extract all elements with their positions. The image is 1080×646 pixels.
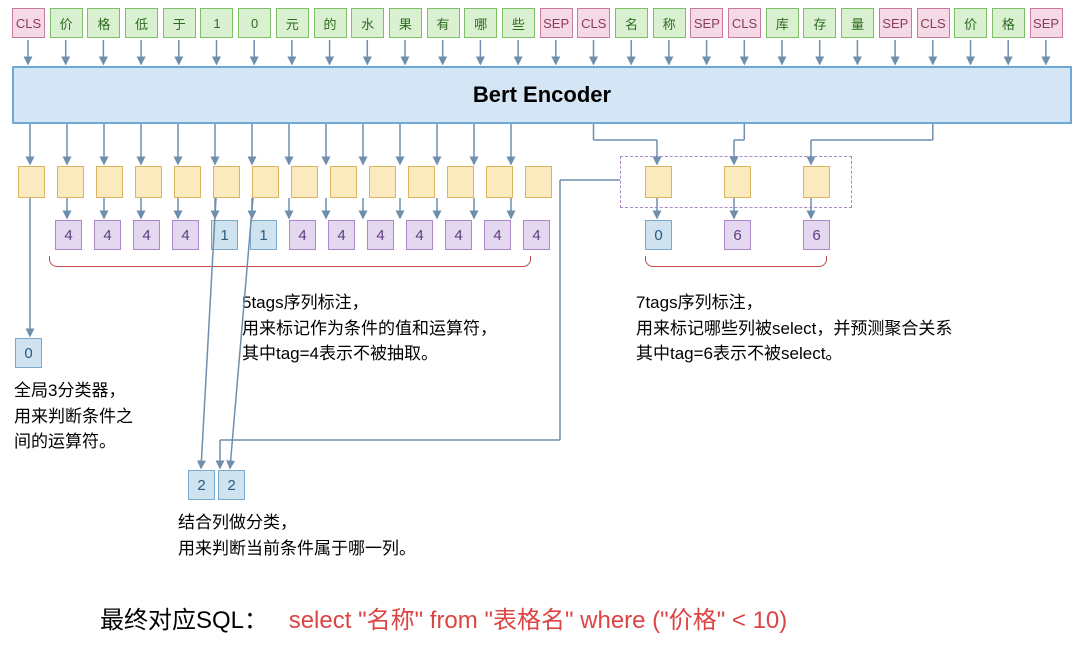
embedding (174, 166, 201, 198)
token-SEP: SEP (879, 8, 912, 38)
token-名: 名 (615, 8, 648, 38)
embedding (252, 166, 279, 198)
brace-5tags (49, 256, 531, 267)
col-tag: 2 (218, 470, 245, 500)
embedding (135, 166, 162, 198)
embedding (330, 166, 357, 198)
tag5: 1 (250, 220, 277, 250)
embedding (96, 166, 123, 198)
token-0: 0 (238, 8, 271, 38)
tag7: 0 (645, 220, 672, 250)
tag5: 4 (328, 220, 355, 250)
embedding (447, 166, 474, 198)
embedding (369, 166, 396, 198)
token-库: 库 (766, 8, 799, 38)
embedding (408, 166, 435, 198)
tags5-row: 4444114444444 (49, 220, 556, 250)
col-tag: 2 (188, 470, 215, 500)
tags7-row: 0 6 6 (645, 220, 830, 250)
token-CLS: CLS (577, 8, 610, 38)
tag5: 4 (55, 220, 82, 250)
tag5: 4 (484, 220, 511, 250)
desc-5tags: 5tags序列标注，用来标记作为条件的值和运算符，其中tag=4表示不被抽取。 (242, 290, 497, 367)
token-价: 价 (50, 8, 83, 38)
token-量: 量 (841, 8, 874, 38)
embedding-row-left (12, 166, 558, 198)
token-水: 水 (351, 8, 384, 38)
desc-column: 结合列做分类，用来判断当前条件属于哪一列。 (178, 510, 416, 561)
token-SEP: SEP (540, 8, 573, 38)
token-格: 格 (992, 8, 1025, 38)
token-CLS: CLS (12, 8, 45, 38)
token-元: 元 (276, 8, 309, 38)
tag5: 4 (172, 220, 199, 250)
tag5: 4 (94, 220, 121, 250)
token-的: 的 (314, 8, 347, 38)
token-CLS: CLS (728, 8, 761, 38)
token-1: 1 (200, 8, 233, 38)
token-价: 价 (954, 8, 987, 38)
token-CLS: CLS (917, 8, 950, 38)
token-哪: 哪 (464, 8, 497, 38)
embedding (18, 166, 45, 198)
token-于: 于 (163, 8, 196, 38)
token-低: 低 (125, 8, 158, 38)
global-classifier-tag: 0 (15, 338, 42, 368)
token-些: 些 (502, 8, 535, 38)
token-果: 果 (389, 8, 422, 38)
token-SEP: SEP (690, 8, 723, 38)
column-classifier-tags: 22 (188, 470, 245, 500)
tag7: 6 (803, 220, 830, 250)
tag7: 6 (724, 220, 751, 250)
sql-query: select "名称" from "表格名" where ("价格" < 10) (289, 607, 788, 634)
tag5: 4 (523, 220, 550, 250)
tag5: 4 (133, 220, 160, 250)
tag5: 4 (445, 220, 472, 250)
token-格: 格 (87, 8, 120, 38)
bert-encoder-block: Bert Encoder (12, 66, 1072, 124)
tag5: 4 (367, 220, 394, 250)
brace-7tags (645, 256, 827, 267)
final-sql: 最终对应SQL： select "名称" from "表格名" where ("… (100, 600, 787, 635)
input-token-row: CLS价格低于10元的水果有哪些SEPCLS名称SEPCLS库存量SEPCLS价… (12, 8, 1063, 38)
tag5: 4 (406, 220, 433, 250)
sql-label: 最终对应SQL： (100, 607, 268, 634)
embedding (213, 166, 240, 198)
desc-global: 全局3分类器，用来判断条件之间的运算符。 (14, 378, 133, 455)
token-称: 称 (653, 8, 686, 38)
embedding (291, 166, 318, 198)
embedding (57, 166, 84, 198)
desc-7tags: 7tags序列标注，用来标记哪些列被select，并预测聚合关系其中tag=6表… (636, 290, 952, 367)
embedding (486, 166, 513, 198)
tag5: 1 (211, 220, 238, 250)
embedding (525, 166, 552, 198)
embedding-row-right (645, 166, 830, 198)
global-tag: 0 (15, 338, 42, 368)
token-有: 有 (427, 8, 460, 38)
token-存: 存 (803, 8, 836, 38)
token-SEP: SEP (1030, 8, 1063, 38)
tag5: 4 (289, 220, 316, 250)
